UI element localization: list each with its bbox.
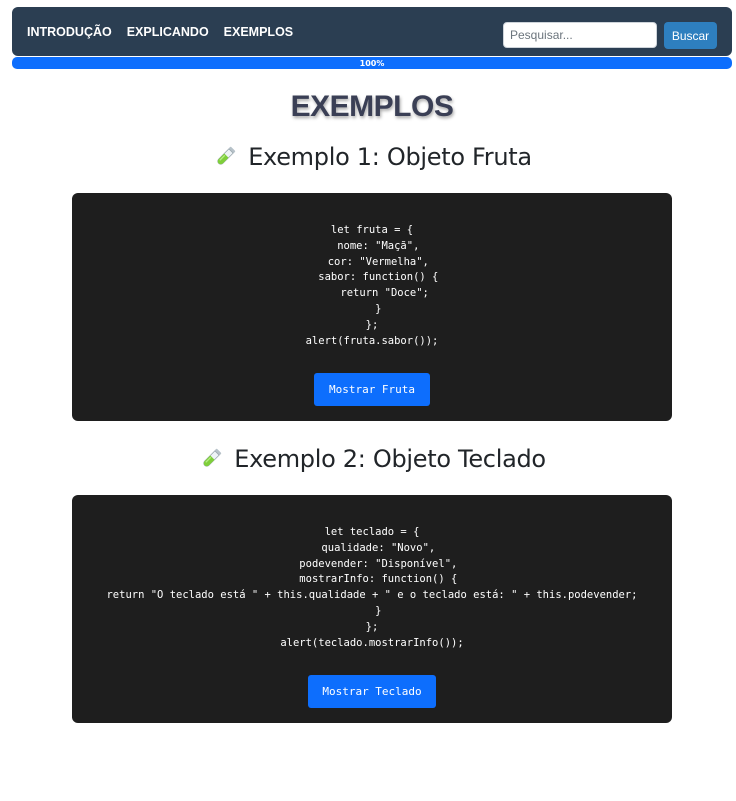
example-2-code-box: let teclado = { qualidade: "Novo", podev… bbox=[72, 495, 672, 723]
progress-label: 100% bbox=[359, 58, 385, 68]
nav-link-exemplos[interactable]: EXEMPLOS bbox=[224, 25, 293, 39]
nav-links: INTRODUÇÃO EXPLICANDO EXEMPLOS bbox=[27, 7, 308, 56]
example-2-title: Exemplo 2: Objeto Teclado bbox=[234, 445, 546, 473]
show-keyboard-button[interactable]: Mostrar Teclado bbox=[308, 675, 436, 708]
progress-bar: 100% bbox=[12, 57, 732, 69]
page-title: EXEMPLOS bbox=[290, 90, 454, 123]
test-tube-icon bbox=[217, 146, 236, 165]
example-2-code: let teclado = { qualidade: "Novo", podev… bbox=[106, 526, 638, 649]
example-1-title: Exemplo 1: Objeto Fruta bbox=[248, 143, 532, 171]
example-2-heading: Exemplo 2: Objeto Teclado bbox=[0, 445, 736, 473]
search-button[interactable]: Buscar bbox=[664, 22, 717, 49]
navbar: INTRODUÇÃO EXPLICANDO EXEMPLOS Buscar bbox=[12, 7, 732, 56]
test-tube-icon bbox=[203, 448, 222, 467]
example-1-code-box: let fruta = { nome: "Maçã", cor: "Vermel… bbox=[72, 193, 672, 421]
search-input[interactable] bbox=[503, 22, 657, 48]
progress-fill: 100% bbox=[12, 57, 732, 69]
example-1-code: let fruta = { nome: "Maçã", cor: "Vermel… bbox=[305, 224, 439, 347]
nav-link-introducao[interactable]: INTRODUÇÃO bbox=[27, 25, 112, 39]
nav-link-explicando[interactable]: EXPLICANDO bbox=[127, 25, 209, 39]
example-1-heading: Exemplo 1: Objeto Fruta bbox=[0, 143, 736, 171]
show-fruit-button[interactable]: Mostrar Fruta bbox=[314, 373, 430, 406]
